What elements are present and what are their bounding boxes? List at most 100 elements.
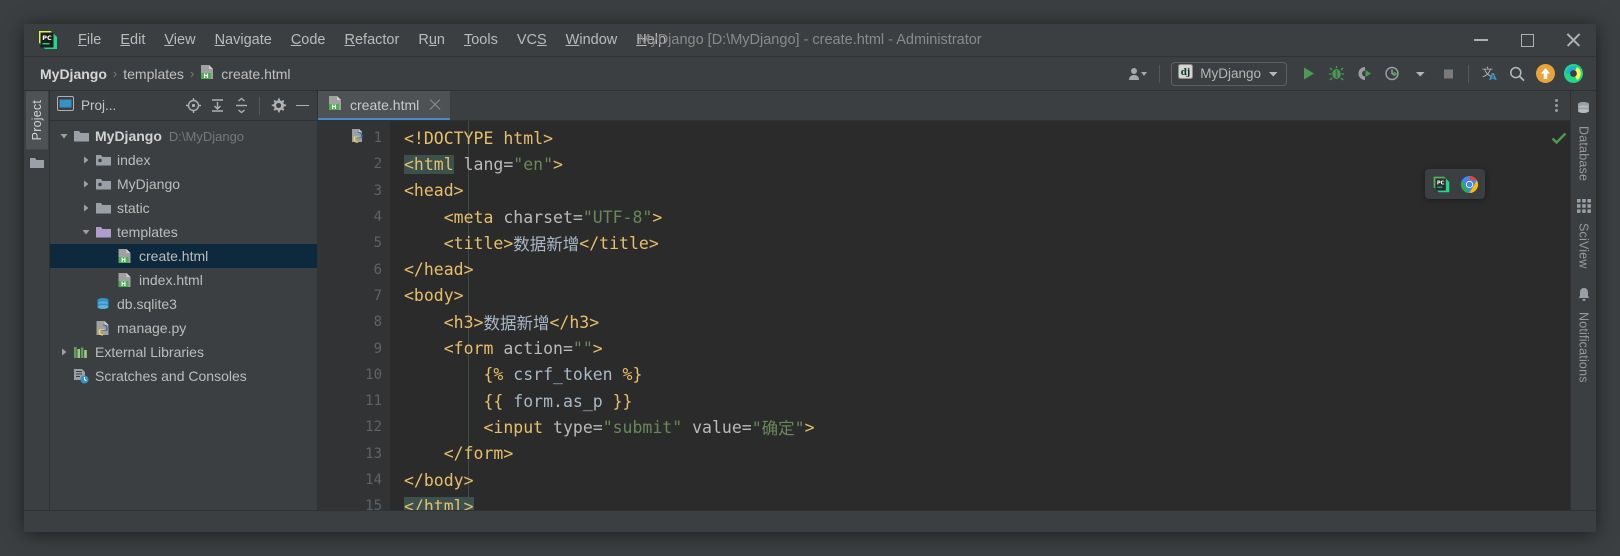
chevron-right-icon[interactable] (78, 178, 94, 190)
run-button[interactable] (1295, 61, 1321, 87)
code-line-8[interactable]: <h3> 数据新增 </h3> (390, 309, 1550, 335)
chevron-down-icon[interactable] (78, 226, 94, 238)
gutter-line-14[interactable]: 14 (318, 467, 400, 493)
breadcrumb-item-templates[interactable]: templates (120, 64, 187, 84)
chevron-right-icon[interactable] (56, 346, 72, 358)
preview-chrome-button[interactable] (1458, 173, 1480, 195)
ide-button[interactable] (1560, 61, 1586, 87)
collapse-all-button[interactable] (230, 95, 252, 117)
tool-tab-sciview[interactable]: SciView (1576, 199, 1591, 269)
close-icon[interactable] (428, 98, 442, 112)
breadcrumb-item-project[interactable]: MyDjango (37, 64, 110, 84)
tree-item-label: MyDjango (117, 176, 181, 192)
gutter-line-5[interactable]: 5 (318, 230, 390, 256)
python-run-icon[interactable] (350, 128, 366, 148)
expand-all-button[interactable] (206, 95, 228, 117)
code-line-15[interactable]: </html> (390, 493, 1550, 510)
code-line-2[interactable]: <html lang= "en" > (390, 151, 1550, 177)
gutter-line-7[interactable]: 7 (318, 283, 400, 309)
code-token: </body> (404, 470, 474, 490)
gutter-line-6[interactable]: 6 (318, 256, 400, 282)
code-line-14[interactable]: </body> (390, 467, 1550, 493)
menu-item-refactor[interactable]: Refactor (336, 28, 409, 52)
tree-item-scratches-and-consoles[interactable]: Scratches and Consoles (50, 364, 317, 388)
gutter-line-2[interactable]: 2 (318, 151, 400, 177)
close-button[interactable] (1550, 24, 1596, 57)
hide-panel-button[interactable] (291, 95, 313, 117)
title-bar: PC File Edit View Navigate Code Refactor… (24, 24, 1596, 57)
gutter-line-13[interactable]: 13 (318, 441, 400, 467)
gutter-line-3[interactable]: 3 (318, 178, 400, 204)
tree-item-templates[interactable]: templates (50, 220, 317, 244)
profile-dropdown-button[interactable] (1407, 61, 1433, 87)
breadcrumb-item-file[interactable]: H create.html (197, 62, 293, 85)
tool-tab-database[interactable]: Database (1576, 101, 1591, 181)
editor-tab-create-html[interactable]: H create.html (318, 91, 451, 120)
code-editor[interactable]: 1 2 3 4 5 6 7 8 9 10 11 12 13 14 15 <!DOCTYPE html> <ht… (318, 121, 1570, 510)
tree-item-static[interactable]: static (50, 196, 317, 220)
update-button[interactable] (1532, 61, 1558, 87)
run-configuration-selector[interactable]: dj MyDjango (1171, 61, 1287, 86)
menu-item-file[interactable]: File (69, 28, 110, 52)
editor-options-button[interactable] (1542, 91, 1570, 120)
menu-item-vcs[interactable]: VCS (508, 28, 556, 52)
menu-item-edit[interactable]: Edit (111, 28, 154, 52)
tree-item-index[interactable]: index (50, 148, 317, 172)
tree-item-manage-py[interactable]: manage.py (50, 316, 317, 340)
code-line-7[interactable]: <body> (390, 283, 1550, 309)
debug-button[interactable] (1323, 61, 1349, 87)
user-account-button[interactable] (1126, 61, 1152, 87)
menu-item-view[interactable]: View (155, 28, 204, 52)
gutter-line-4[interactable]: 4 (318, 204, 390, 230)
tree-item-index-html[interactable]: Hindex.html (50, 268, 317, 292)
chevron-down-icon[interactable] (56, 130, 72, 142)
gutter-line-9[interactable]: 9 (318, 335, 400, 361)
menu-item-tools[interactable]: Tools (455, 28, 507, 52)
tool-tab-project[interactable]: Project (25, 91, 48, 150)
tree-item-mydjango[interactable]: MyDjango (50, 172, 317, 196)
code-token: %} (612, 365, 643, 385)
code-line-6[interactable]: </head> (390, 256, 1550, 282)
minimize-button[interactable] (1458, 24, 1504, 57)
gutter-line-15[interactable]: 15 (318, 493, 400, 510)
code-line-5[interactable]: <title> 数据新增 </title> (390, 230, 1550, 256)
menu-item-window[interactable]: Window (557, 28, 627, 52)
tree-item-external-libraries[interactable]: External Libraries (50, 340, 317, 364)
menu-item-navigate[interactable]: Navigate (206, 28, 281, 52)
code-line-13[interactable]: </form> (390, 441, 1550, 467)
editor-gutter[interactable]: 1 2 3 4 5 6 7 8 9 10 11 12 13 14 15 (318, 121, 400, 510)
profile-button[interactable] (1379, 61, 1405, 87)
search-button[interactable] (1504, 61, 1530, 87)
gutter-line-1[interactable]: 1 (318, 125, 390, 151)
chevron-right-icon[interactable] (78, 154, 94, 166)
code-content[interactable]: <!DOCTYPE html> <html lang= "en" > <head> <m… (390, 121, 1550, 510)
code-line-1[interactable]: <!DOCTYPE html> (390, 125, 1550, 151)
code-line-11[interactable]: {{ form.as_p }} (390, 388, 1550, 414)
gutter-line-11[interactable]: 11 (318, 388, 390, 414)
coverage-button[interactable] (1351, 61, 1377, 87)
maximize-button[interactable] (1504, 24, 1550, 57)
code-line-10[interactable]: {% csrf_token %} (390, 362, 1550, 388)
tree-item-mydjango[interactable]: MyDjango D:\MyDjango (50, 124, 317, 148)
tree-item-create-html[interactable]: Hcreate.html (50, 244, 317, 268)
inspection-ok-icon[interactable] (1551, 131, 1567, 150)
tree-item-db-sqlite3[interactable]: db.sqlite3 (50, 292, 317, 316)
folder-icon[interactable] (29, 156, 45, 175)
stop-button[interactable] (1435, 61, 1461, 87)
gutter-line-10[interactable]: 10 (318, 362, 390, 388)
translate-button[interactable]: 文 A (1476, 61, 1502, 87)
code-line-12[interactable]: <input type= "submit" value= "确定" > (390, 414, 1550, 440)
tool-tab-notifications[interactable]: Notifications (1577, 287, 1591, 382)
code-line-4[interactable]: <meta charset= "UTF-8" > (390, 204, 1550, 230)
chevron-right-icon[interactable] (78, 202, 94, 214)
menu-item-run[interactable]: Run (409, 28, 454, 52)
gutter-line-8[interactable]: 8 (318, 309, 390, 335)
menu-item-code[interactable]: Code (282, 28, 335, 52)
gear-icon[interactable] (267, 95, 289, 117)
gutter-line-12[interactable]: 12 (318, 414, 390, 440)
code-line-9[interactable]: <form action= "" > (390, 335, 1550, 361)
menu-item-help[interactable]: Help (627, 28, 675, 52)
preview-pycharm-button[interactable]: PC (1430, 173, 1452, 195)
code-line-3[interactable]: <head> (390, 178, 1550, 204)
locate-button[interactable] (182, 95, 204, 117)
